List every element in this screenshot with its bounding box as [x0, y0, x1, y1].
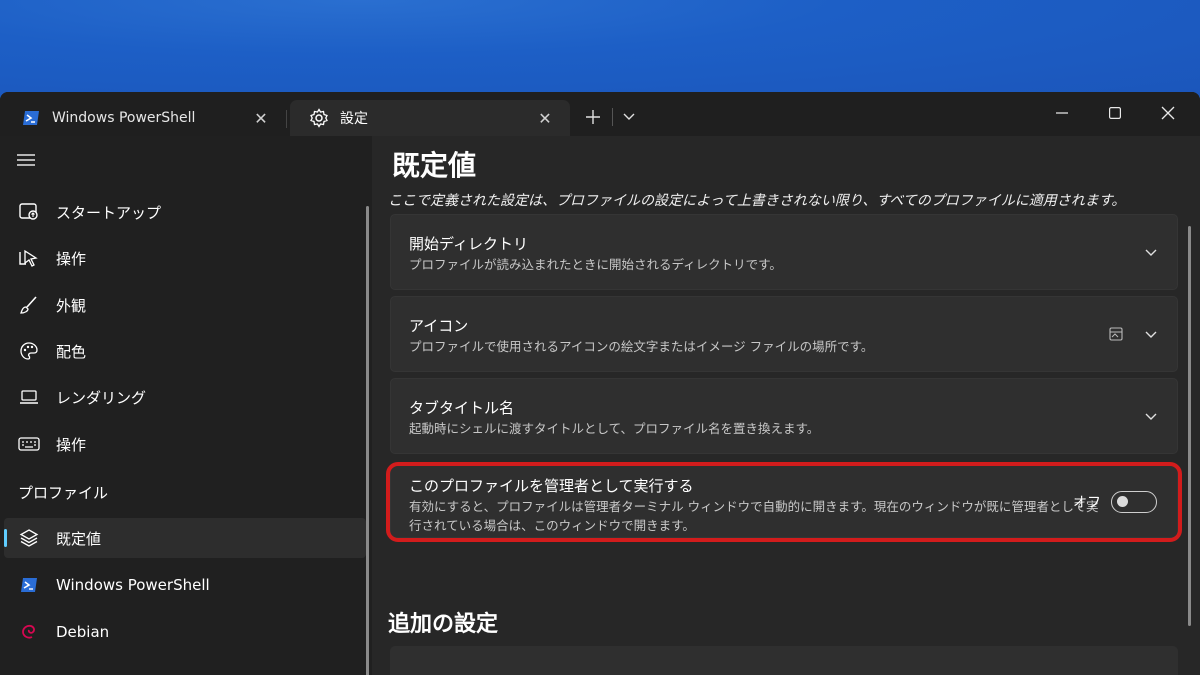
toolbar-divider [612, 108, 613, 126]
maximize-icon [1109, 107, 1121, 119]
chevron-down-icon[interactable] [1143, 409, 1159, 425]
tab-bar: Windows PowerShell ✕ 設定 ✕ [0, 92, 1200, 136]
sidebar-item-appearance[interactable]: 外観 [4, 285, 366, 325]
close-icon [1161, 106, 1175, 120]
sidebar-item-label: Debian [56, 623, 110, 641]
sidebar-item-label: 操作 [56, 435, 87, 454]
settings-sidebar: スタートアップ 操作 外観 配色 レンダリング 操作 プロファイル 既定値 Wi… [0, 136, 372, 675]
page-title: 既定値 [392, 149, 477, 182]
tab-dropdown-button[interactable] [616, 104, 642, 130]
startup-icon [17, 200, 41, 224]
tab-label: 設定 [340, 111, 368, 127]
sidebar-item-interaction[interactable]: 操作 [4, 238, 366, 278]
chevron-down-icon[interactable] [1143, 327, 1159, 343]
page-description: ここで定義された設定は、プロファイルの設定によって上書きされない限り、すべてのプ… [388, 193, 1126, 209]
chevron-down-icon [623, 113, 635, 120]
sidebar-item-label: スタートアップ [56, 203, 162, 222]
desktop-wallpaper [0, 0, 1200, 96]
debian-icon [17, 620, 41, 644]
setting-title: アイコン [409, 317, 469, 335]
terminal-window: Windows PowerShell ✕ 設定 ✕ スタートアップ 操作 外観 … [0, 92, 1200, 675]
minimize-button[interactable] [1039, 98, 1085, 128]
powershell-icon [20, 107, 42, 129]
sidebar-item-rendering[interactable]: レンダリング [4, 377, 366, 417]
tab-label: Windows PowerShell [52, 110, 196, 126]
setting-description: 起動時にシェルに渡すタイトルとして、プロファイル名を置き換えます。 [409, 421, 820, 436]
layers-icon [17, 526, 41, 550]
sidebar-item-label: Windows PowerShell [56, 576, 210, 594]
sidebar-item-debian[interactable]: Debian [4, 612, 366, 652]
tab-title-setting[interactable]: タブタイトル名 起動時にシェルに渡すタイトルとして、プロファイル名を置き換えます… [390, 378, 1178, 454]
sidebar-item-windows-powershell[interactable]: Windows PowerShell [4, 565, 366, 605]
icon-setting[interactable]: アイコン プロファイルで使用されるアイコンの絵文字またはイメージ ファイルの場所… [390, 296, 1178, 372]
keyboard-icon [17, 432, 41, 456]
sidebar-item-label: 既定値 [56, 529, 102, 548]
tab-windows-powershell[interactable]: Windows PowerShell ✕ [2, 100, 286, 136]
highlight-outline [386, 462, 1182, 542]
additional-settings-heading: 追加の設定 [388, 612, 499, 637]
main-scrollbar[interactable] [1188, 226, 1191, 626]
close-icon[interactable]: ✕ [534, 107, 556, 129]
setting-description: プロファイルで使用されるアイコンの絵文字またはイメージ ファイルの場所です。 [409, 339, 874, 354]
close-icon[interactable]: ✕ [250, 107, 272, 129]
sidebar-item-actions[interactable]: 操作 [4, 424, 366, 464]
setting-title: タブタイトル名 [409, 399, 515, 417]
plus-icon [586, 110, 600, 124]
image-file-icon [1109, 326, 1125, 342]
profiles-section-label: プロファイル [18, 484, 109, 502]
setting-title: 開始ディレクトリ [409, 235, 528, 253]
laptop-icon [17, 385, 41, 409]
sidebar-item-label: 操作 [56, 249, 87, 268]
additional-settings-card[interactable] [390, 646, 1178, 675]
setting-description: プロファイルが読み込まれたときに開始されるディレクトリです。 [409, 257, 782, 272]
starting-directory-setting[interactable]: 開始ディレクトリ プロファイルが読み込まれたときに開始されるディレクトリです。 [390, 214, 1178, 290]
maximize-button[interactable] [1092, 98, 1138, 128]
minimize-icon [1056, 112, 1068, 114]
tab-settings[interactable]: 設定 ✕ [290, 100, 570, 136]
tab-divider [286, 110, 287, 128]
chevron-down-icon[interactable] [1143, 245, 1159, 261]
brush-icon [17, 293, 41, 317]
hamburger-menu-button[interactable] [16, 152, 38, 174]
menu-icon [17, 154, 35, 166]
new-tab-button[interactable] [580, 104, 606, 130]
sidebar-item-color-schemes[interactable]: 配色 [4, 331, 366, 371]
gear-icon [308, 107, 330, 129]
close-window-button[interactable] [1145, 98, 1191, 128]
powershell-icon [17, 573, 41, 597]
sidebar-item-defaults[interactable]: 既定値 [4, 518, 366, 558]
sidebar-item-label: 外観 [56, 296, 87, 315]
sidebar-item-label: レンダリング [56, 388, 147, 407]
settings-main: 既定値 ここで定義された設定は、プロファイルの設定によって上書きされない限り、す… [372, 136, 1200, 675]
sidebar-scrollbar[interactable] [366, 206, 369, 675]
sidebar-item-label: 配色 [56, 342, 87, 361]
sidebar-item-startup[interactable]: スタートアップ [4, 192, 366, 232]
palette-icon [17, 339, 41, 363]
interaction-icon [17, 246, 41, 270]
